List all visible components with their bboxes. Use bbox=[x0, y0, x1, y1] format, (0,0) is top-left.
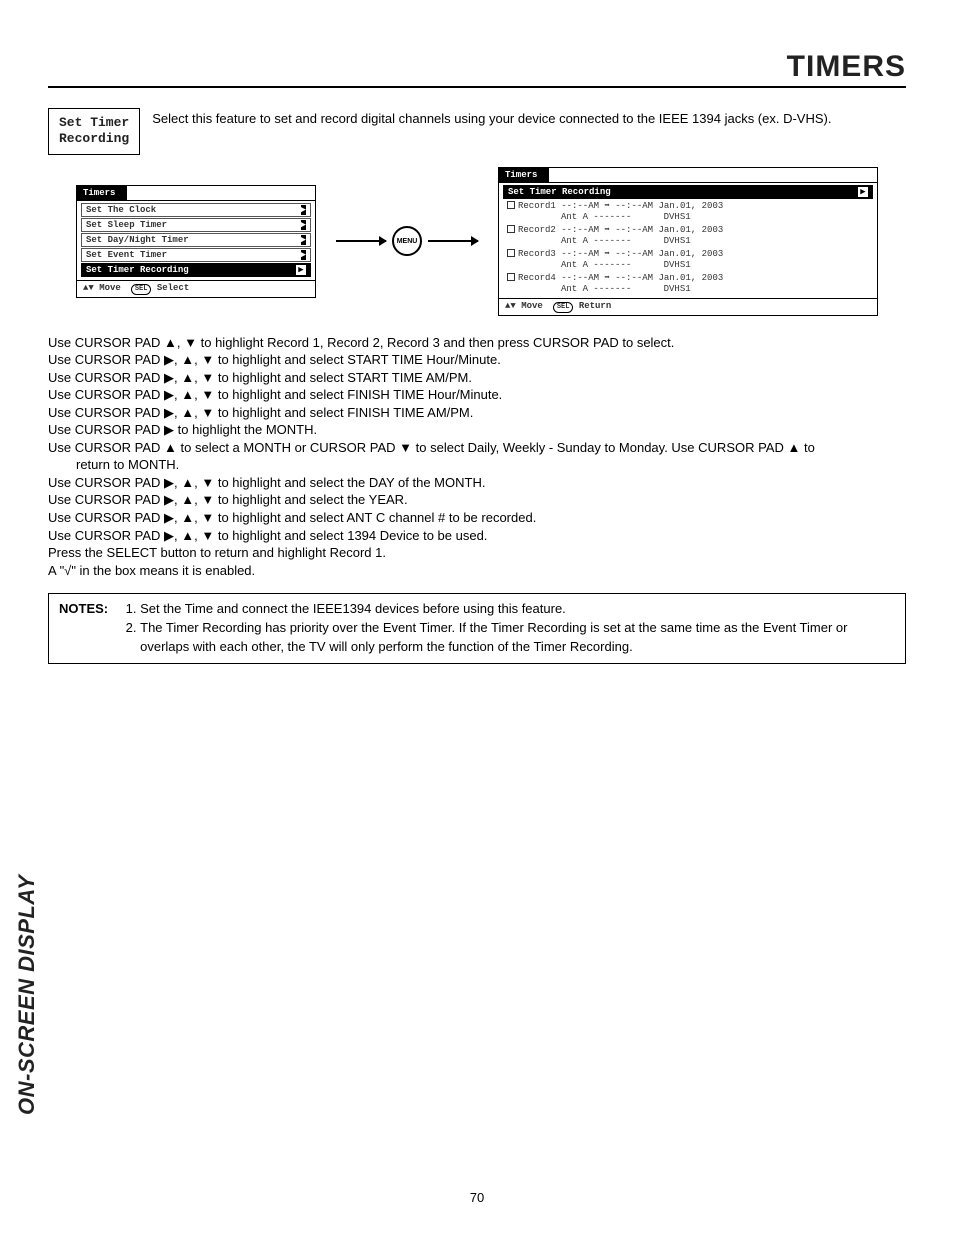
record-3-sub: Ant A ------- DVHS1 bbox=[503, 260, 873, 272]
instruction-line: Use CURSOR PAD ▶, ▲, ▼ to highlight and … bbox=[48, 386, 906, 404]
instruction-line: return to MONTH. bbox=[48, 456, 906, 474]
set-timer-recording-panel: Timers Set Timer Recording▶ Record1 --:-… bbox=[498, 167, 878, 316]
submenu-set-timer-recording: Set Timer Recording▶ bbox=[503, 185, 873, 199]
menu-item-day-night: Set Day/Night Timer▶ bbox=[81, 233, 311, 247]
record-3: Record3 --:--AM ➡ --:--AM Jan.01, 2003 bbox=[503, 248, 873, 260]
record-2: Record2 --:--AM ➡ --:--AM Jan.01, 2003 bbox=[503, 224, 873, 236]
page-title: TIMERS bbox=[48, 50, 906, 88]
notes-box: NOTES: Set the Time and connect the IEEE… bbox=[48, 593, 906, 664]
instruction-line: Use CURSOR PAD ▶, ▲, ▼ to highlight and … bbox=[48, 351, 906, 369]
diagram-row: Timers Set The Clock▶ Set Sleep Timer▶ S… bbox=[48, 167, 906, 316]
instruction-line: Use CURSOR PAD ▶, ▲, ▼ to highlight and … bbox=[48, 474, 906, 492]
set-timer-recording-box: Set Timer Recording bbox=[48, 108, 140, 155]
menu-item-event-timer: Set Event Timer▶ bbox=[81, 248, 311, 262]
intro-text: Select this feature to set and record di… bbox=[152, 108, 906, 155]
instruction-line: Use CURSOR PAD ▶, ▲, ▼ to highlight and … bbox=[48, 369, 906, 387]
instruction-line: Press the SELECT button to return and hi… bbox=[48, 544, 906, 562]
right-arrow-icon bbox=[428, 240, 478, 242]
timers-menu-panel: Timers Set The Clock▶ Set Sleep Timer▶ S… bbox=[76, 185, 316, 298]
instruction-line: Use CURSOR PAD ▲ to select a MONTH or CU… bbox=[48, 439, 906, 457]
instruction-line: A "√" in the box means it is enabled. bbox=[48, 562, 906, 580]
arrow-to-menu-button: MENU bbox=[336, 226, 478, 256]
menu-footer-left: ▲▼ Move SEL Select bbox=[77, 280, 315, 297]
page-number: 70 bbox=[0, 1190, 954, 1205]
set-box-line1: Set Timer bbox=[59, 115, 129, 131]
timers-tab: Timers bbox=[77, 186, 121, 200]
note-item: The Timer Recording has priority over th… bbox=[140, 619, 895, 657]
set-box-line2: Recording bbox=[59, 131, 129, 147]
side-label: ON-SCREEN DISPLAY bbox=[14, 875, 40, 1115]
menu-footer-right: ▲▼ Move SEL Return bbox=[499, 298, 877, 315]
instruction-line: Use CURSOR PAD ▶, ▲, ▼ to highlight and … bbox=[48, 491, 906, 509]
menu-item-timer-recording: Set Timer Recording▶ bbox=[81, 263, 311, 277]
instruction-line: Use CURSOR PAD ▶ to highlight the MONTH. bbox=[48, 421, 906, 439]
menu-item-set-clock: Set The Clock▶ bbox=[81, 203, 311, 217]
record-2-sub: Ant A ------- DVHS1 bbox=[503, 236, 873, 248]
instruction-line: Use CURSOR PAD ▲, ▼ to highlight Record … bbox=[48, 334, 906, 352]
notes-label: NOTES: bbox=[59, 600, 108, 657]
record-1-sub: Ant A ------- DVHS1 bbox=[503, 212, 873, 224]
timers-tab-right: Timers bbox=[499, 168, 543, 182]
record-1: Record1 --:--AM ➡ --:--AM Jan.01, 2003 bbox=[503, 200, 873, 212]
note-item: Set the Time and connect the IEEE1394 de… bbox=[140, 600, 895, 619]
record-4-sub: Ant A ------- DVHS1 bbox=[503, 284, 873, 296]
menu-button-icon: MENU bbox=[392, 226, 422, 256]
instructions-block: Use CURSOR PAD ▲, ▼ to highlight Record … bbox=[48, 334, 906, 580]
menu-item-sleep-timer: Set Sleep Timer▶ bbox=[81, 218, 311, 232]
instruction-line: Use CURSOR PAD ▶, ▲, ▼ to highlight and … bbox=[48, 404, 906, 422]
record-4: Record4 --:--AM ➡ --:--AM Jan.01, 2003 bbox=[503, 272, 873, 284]
right-arrow-icon bbox=[336, 240, 386, 242]
instruction-line: Use CURSOR PAD ▶, ▲, ▼ to highlight and … bbox=[48, 527, 906, 545]
instruction-line: Use CURSOR PAD ▶, ▲, ▼ to highlight and … bbox=[48, 509, 906, 527]
